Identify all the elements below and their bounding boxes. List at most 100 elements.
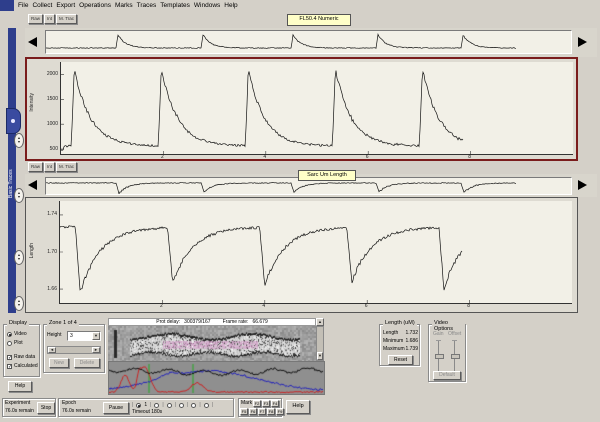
intensity-ylabel: Intensity — [29, 93, 35, 112]
radio-icon — [7, 341, 12, 346]
prot-delay-label: Prot delay: — [156, 318, 181, 325]
tick-label: 8 — [468, 154, 471, 160]
length-trace-tag-label: Sarc Um Length — [307, 171, 347, 178]
mark-button-f2[interactable]: F2 — [253, 400, 261, 407]
zone-new-label: New — [53, 359, 64, 366]
epoch-radio-6[interactable] — [203, 402, 209, 408]
epoch-radio-1[interactable] — [136, 402, 142, 408]
dropdown-arrow-icon[interactable]: ▼ — [92, 332, 100, 340]
trace-button-mtrac[interactable]: M. Trac — [56, 14, 78, 24]
fluorescence-trace-tag-label: FL50.4 Numeric — [299, 16, 339, 23]
trace-button-raw[interactable]: Raw — [28, 14, 44, 24]
window-icon[interactable] — [0, 0, 14, 11]
menu-item-collect[interactable]: Collect — [30, 2, 54, 11]
pan-left-icon[interactable] — [28, 37, 37, 47]
menu-item-traces[interactable]: Traces — [135, 2, 159, 11]
video-cell-image — [108, 326, 316, 361]
video-scroll-up-icon[interactable]: ▲ — [316, 318, 324, 326]
tick-label: 2 — [161, 154, 164, 160]
length-row-value: 1.732 — [405, 330, 418, 336]
zone-delete-label: Delete — [79, 359, 95, 366]
pan-right-icon[interactable] — [578, 180, 587, 190]
calculated-label: Calculated — [14, 363, 38, 369]
menu-item-windows[interactable]: Windows — [192, 2, 222, 11]
zone-spinner-4[interactable]: ▲ ▼ — [14, 296, 24, 311]
mark-buttons-bottom: F5 F6 F7 F8 F9 — [240, 408, 284, 415]
help-button[interactable]: Help — [286, 400, 310, 414]
zone-spinner-1[interactable]: ▲ ▼ — [14, 133, 24, 148]
tick-label: 8 — [467, 303, 470, 309]
pan-left-icon[interactable] — [28, 180, 37, 190]
pause-button[interactable]: Pause — [103, 402, 129, 414]
video-options-panel: Video Options Gain Offset Default — [428, 320, 466, 382]
trace-button-mtrac[interactable]: M. Trac — [56, 162, 78, 172]
pan-right-icon[interactable] — [578, 37, 587, 47]
mark-button-f7[interactable]: F7 — [258, 408, 266, 415]
scroll-right-icon[interactable]: ► — [92, 347, 100, 353]
gain-slider[interactable] — [435, 340, 444, 372]
experiment-remaining: 76.0s remain — [5, 408, 34, 414]
checkmark-icon: ✓ — [7, 355, 13, 361]
zone-new-button[interactable]: New — [49, 358, 69, 368]
mark-button-f5[interactable]: F5 — [240, 408, 248, 415]
display-help-button[interactable]: Help — [8, 381, 32, 392]
tick-label: 2000 — [46, 70, 58, 77]
zone-height-dropdown[interactable]: 3 ▼ — [67, 331, 101, 341]
video-radio[interactable]: Video — [7, 332, 27, 337]
epoch-timeout: Timeout 180s — [132, 409, 163, 415]
length-readout-panel: Length (uM) Length 1.732 Minimum 1.686 M… — [379, 320, 420, 366]
plot-radio[interactable]: Plot — [7, 341, 23, 346]
mark-button-f3[interactable]: F3 — [262, 400, 270, 407]
calculated-checkbox[interactable]: ✓ Calculated — [7, 363, 38, 370]
mark-button-f8[interactable]: F8 — [267, 408, 275, 415]
zone-spinner-3[interactable]: ▲ ▼ — [14, 250, 24, 265]
menu-item-operations[interactable]: Operations — [77, 2, 113, 11]
intensity-plot-area[interactable] — [60, 62, 573, 155]
zone-panel-title: Zone 1 of 4 — [47, 320, 79, 327]
length-reset-button[interactable]: Reset — [388, 355, 413, 365]
stop-button[interactable]: Stop — [37, 402, 55, 414]
trace-button-int[interactable]: Int — [44, 162, 56, 172]
epoch-radio-4[interactable] — [179, 402, 185, 408]
fluorescence-overview-strip — [25, 28, 597, 57]
trace-button-int[interactable]: Int — [44, 14, 56, 24]
tick-label: 500 — [49, 145, 58, 152]
mark-button-f9[interactable]: F9 — [276, 408, 284, 415]
zone-delete-button[interactable]: Delete — [74, 358, 100, 368]
zone-height-value: 3 — [70, 332, 73, 339]
epoch-radio-5[interactable] — [191, 402, 197, 408]
epoch-radio-2[interactable] — [154, 402, 160, 408]
zone-spinner-2[interactable]: ▲ ▼ — [14, 188, 24, 203]
video-default-button[interactable]: Default — [433, 371, 461, 380]
mark-button-f4[interactable]: F4 — [271, 400, 279, 407]
epoch-radio-3[interactable] — [166, 402, 172, 408]
mark-button-f6[interactable]: F6 — [249, 408, 257, 415]
trace-button-raw[interactable]: Raw — [28, 162, 44, 172]
menu-item-templates[interactable]: Templates — [158, 2, 192, 11]
fluorescence-overview-plot[interactable] — [45, 30, 572, 54]
traces-tab[interactable] — [6, 108, 21, 134]
epoch-remaining: 76.0s remain — [62, 408, 91, 414]
epoch-radio-label: 1 — [144, 401, 148, 408]
offset-slider[interactable] — [451, 340, 460, 372]
raw-data-checkbox[interactable]: ✓ Raw data — [7, 355, 35, 361]
maximum-row-value: 1.739 — [405, 346, 418, 352]
zone-scrollbar[interactable]: ◄ ► — [47, 346, 101, 354]
length-plot-area[interactable] — [59, 201, 572, 304]
frame-rate-label: Frame rate: — [222, 318, 249, 325]
epoch-radio-strip: | 1 | | | | | | — [132, 401, 232, 409]
video-scrollbar[interactable]: ▼ — [316, 326, 324, 361]
display-help-label: Help — [14, 383, 26, 389]
menu-item-file[interactable]: File — [16, 2, 30, 11]
offset-slider-thumb[interactable] — [451, 354, 460, 359]
fluorescence-trace-tag: FL50.4 Numeric — [287, 14, 351, 26]
menu-item-marks[interactable]: Marks — [113, 2, 135, 11]
scroll-left-icon[interactable]: ◄ — [48, 347, 56, 353]
gain-slider-thumb[interactable] — [435, 354, 444, 359]
experiment-title: Experiment — [5, 400, 31, 406]
tick-label: 1000 — [46, 120, 58, 127]
menu-item-export[interactable]: Export — [54, 2, 77, 11]
zone-panel: Zone 1 of 4 Height 3 ▼ ◄ ► New Delete — [43, 320, 105, 373]
video-scroll-down-icon[interactable]: ▼ — [317, 352, 323, 360]
menu-item-help[interactable]: Help — [222, 2, 239, 11]
